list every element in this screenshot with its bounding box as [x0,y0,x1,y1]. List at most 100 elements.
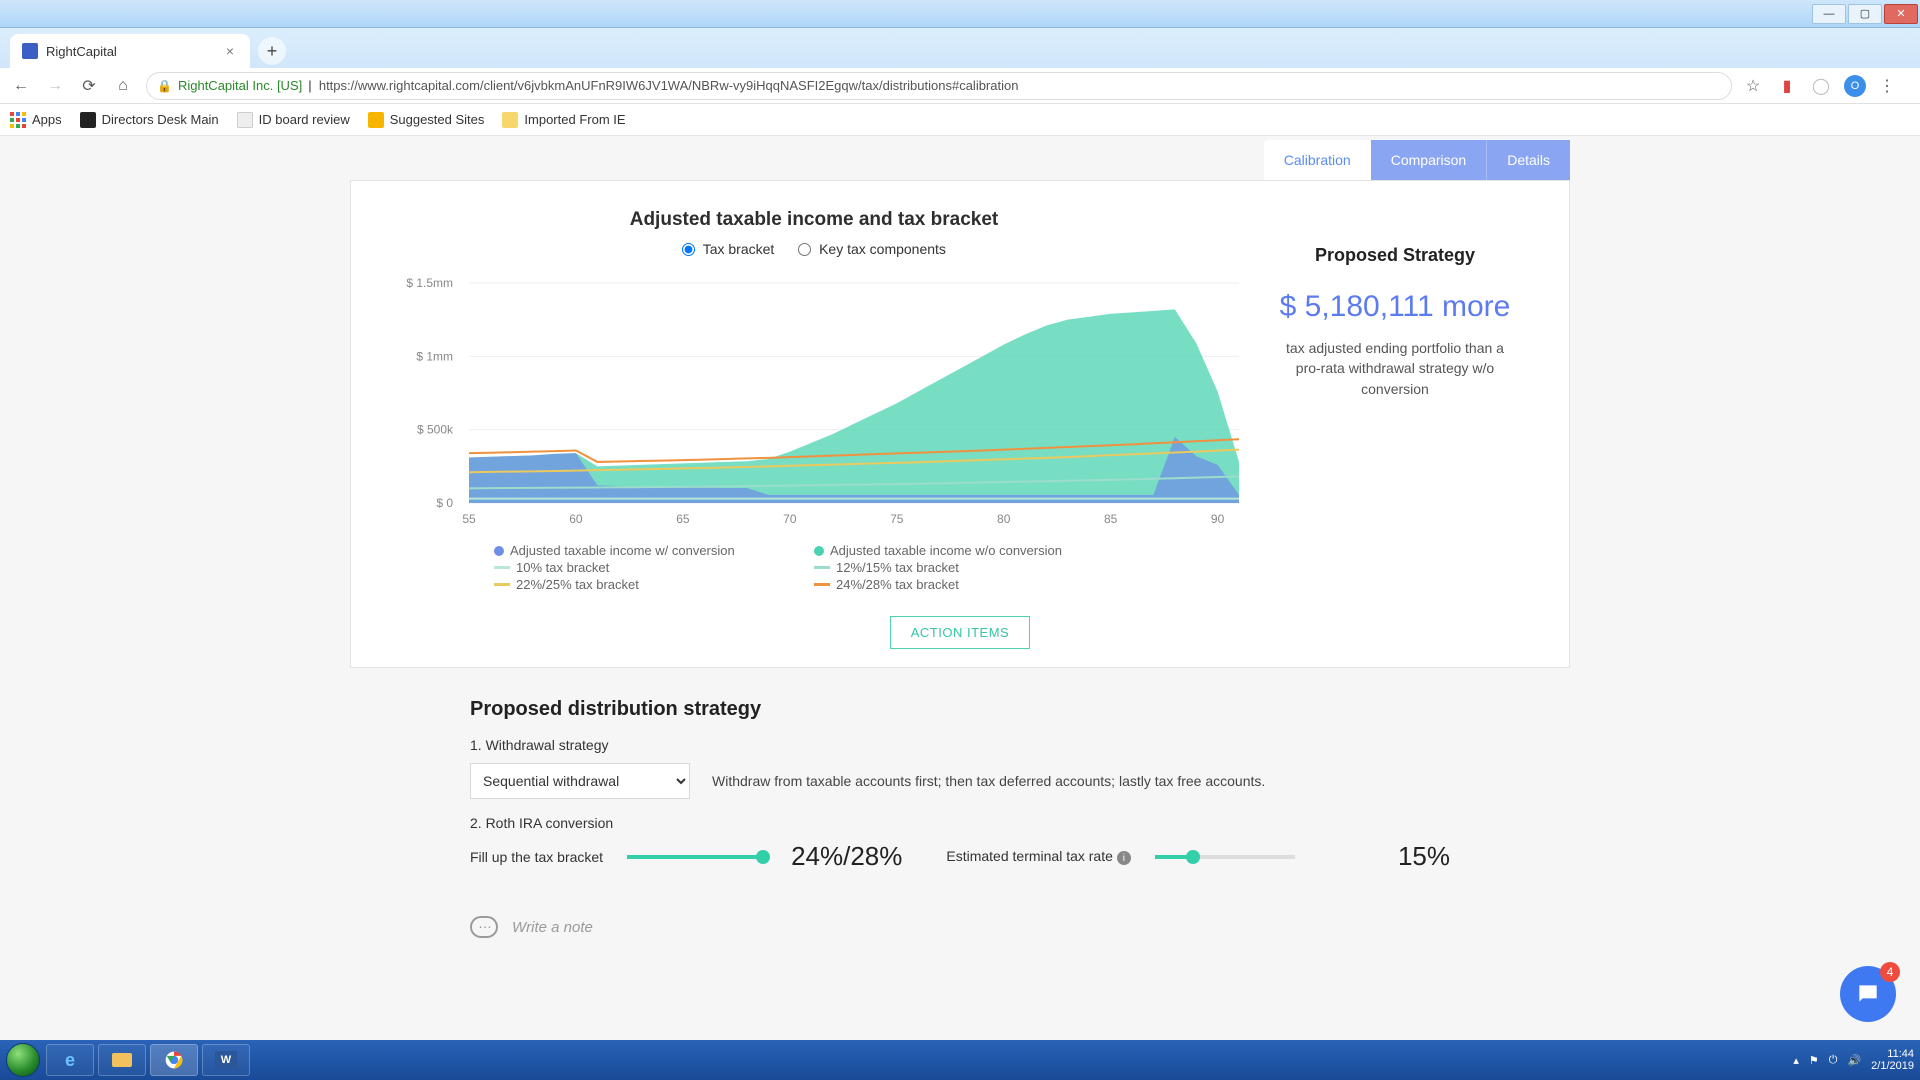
legend-item: Adjusted taxable income w/o conversion [814,543,1094,558]
chat-launcher[interactable]: 4 [1840,966,1896,1022]
fill-bracket-slider[interactable] [627,855,767,859]
chart-plot: $ 0$ 500k$ 1mm$ 1.5mm5560657075808590 [379,273,1249,533]
profile-avatar[interactable]: O [1844,75,1866,97]
clock-time: 11:44 [1871,1048,1914,1060]
url-host: RightCapital Inc. [US] [178,78,302,93]
volume-icon[interactable]: 🔊 [1847,1054,1861,1067]
legend-item: 12%/15% tax bracket [814,560,1094,575]
radio-label: Tax bracket [703,241,775,257]
svg-text:$ 500k: $ 500k [417,423,454,437]
svg-text:$ 1.5mm: $ 1.5mm [406,276,453,290]
start-button[interactable] [6,1043,40,1077]
back-button[interactable]: ← [10,75,32,97]
home-button[interactable]: ⌂ [112,75,134,97]
clock[interactable]: 11:44 2/1/2019 [1871,1048,1914,1072]
menu-icon[interactable]: ⋮ [1876,75,1898,97]
chart-title: Adjusted taxable income and tax bracket [379,209,1249,231]
chart-mode-radios: Tax bracket Key tax components [379,241,1249,257]
legend-item: 22%/25% tax bracket [494,577,774,592]
proposed-heading: Proposed Strategy [1249,245,1541,266]
clock-date: 2/1/2019 [1871,1060,1914,1072]
terminal-rate-value: 15% [1398,841,1450,872]
distribution-section: Proposed distribution strategy 1. Withdr… [350,698,1570,938]
url-separator: | [308,78,319,93]
lock-icon: 🔒 [157,79,172,93]
bookmarks-bar: Apps Directors Desk Main ID board review… [0,104,1920,136]
radio-tax-bracket[interactable]: Tax bracket [682,241,774,257]
extension-icon[interactable]: ▮ [1776,75,1798,97]
reload-button[interactable]: ⟳ [78,75,100,97]
svg-text:90: 90 [1211,512,1225,526]
bookmark-icon [80,112,96,128]
taskbar-ie[interactable]: e [46,1044,94,1076]
svg-text:85: 85 [1104,512,1118,526]
bookmark-label: Directors Desk Main [102,112,219,127]
withdrawal-strategy-desc: Withdraw from taxable accounts first; th… [712,773,1265,789]
svg-text:80: 80 [997,512,1011,526]
url-path: https://www.rightcapital.com/client/v6jv… [319,78,1019,93]
bookmark-item[interactable]: Directors Desk Main [80,112,219,128]
address-bar[interactable]: 🔒 RightCapital Inc. [US] | https://www.r… [146,72,1732,100]
maximize-button[interactable]: ▢ [1848,4,1882,24]
note-bubble-icon [470,916,498,938]
power-icon[interactable]: ⏻ [1829,1054,1838,1067]
legend-label: Adjusted taxable income w/o conversion [830,543,1062,558]
tab-comparison[interactable]: Comparison [1371,140,1486,180]
bookmark-item[interactable]: Imported From IE [502,112,625,128]
chart-legend: Adjusted taxable income w/ conversion Ad… [494,543,1134,592]
bookmark-icon [368,112,384,128]
apps-shortcut[interactable]: Apps [10,112,62,128]
terminal-rate-slider[interactable] [1155,855,1295,859]
taskbar-explorer[interactable] [98,1044,146,1076]
new-tab-button[interactable]: + [258,37,286,65]
close-window-button[interactable]: ✕ [1884,4,1918,24]
radio-key-components[interactable]: Key tax components [798,241,946,257]
step2-label: 2. Roth IRA conversion [470,815,1450,831]
bookmark-item[interactable]: Suggested Sites [368,112,485,128]
legend-item: 10% tax bracket [494,560,774,575]
favicon-icon [22,43,38,59]
bookmark-label: Suggested Sites [390,112,485,127]
proposed-desc: tax adjusted ending portfolio than a pro… [1285,338,1505,399]
star-icon[interactable]: ☆ [1742,75,1764,97]
write-note[interactable]: Write a note [470,916,1450,938]
bookmark-icon [237,112,253,128]
note-placeholder: Write a note [512,919,593,936]
legend-label: 10% tax bracket [516,560,609,575]
tray-arrow-icon[interactable]: ▴ [1793,1054,1799,1067]
svg-text:65: 65 [676,512,690,526]
taskbar-chrome[interactable] [150,1044,198,1076]
system-tray: ▴ ⚑ ⏻ 🔊 11:44 2/1/2019 [1793,1048,1914,1072]
taskbar-word[interactable]: W [202,1044,250,1076]
legend-label: Adjusted taxable income w/ conversion [510,543,735,558]
chart-block: Adjusted taxable income and tax bracket … [379,209,1249,592]
proposed-amount: $ 5,180,111 more [1249,290,1541,324]
forward-button[interactable]: → [44,75,66,97]
windows-taskbar: e W ▴ ⚑ ⏻ 🔊 11:44 2/1/2019 [0,1040,1920,1080]
bookmark-item[interactable]: ID board review [237,112,350,128]
bookmark-label: ID board review [259,112,350,127]
withdrawal-strategy-select[interactable]: Sequential withdrawal [470,763,690,799]
flag-icon[interactable]: ⚑ [1809,1054,1819,1067]
bookmark-label: Imported From IE [524,112,625,127]
svg-text:70: 70 [783,512,797,526]
distribution-title: Proposed distribution strategy [470,698,1450,721]
legend-item: Adjusted taxable income w/ conversion [494,543,774,558]
legend-label: 22%/25% tax bracket [516,577,639,592]
tab-details[interactable]: Details [1486,140,1570,180]
info-icon[interactable]: i [1117,851,1131,865]
tab-calibration[interactable]: Calibration [1264,140,1371,180]
browser-tab[interactable]: RightCapital × [10,34,250,68]
action-items-button[interactable]: ACTION ITEMS [890,616,1030,649]
svg-text:55: 55 [462,512,476,526]
close-tab-icon[interactable]: × [222,43,238,59]
apps-grid-icon [10,112,26,128]
svg-text:60: 60 [569,512,583,526]
bookmark-icon [502,112,518,128]
chat-badge: 4 [1880,962,1900,982]
legend-label: 12%/15% tax bracket [836,560,959,575]
extension2-icon[interactable]: ◯ [1810,75,1832,97]
minimize-button[interactable]: — [1812,4,1846,24]
svg-text:$ 0: $ 0 [436,496,453,510]
svg-text:75: 75 [890,512,904,526]
